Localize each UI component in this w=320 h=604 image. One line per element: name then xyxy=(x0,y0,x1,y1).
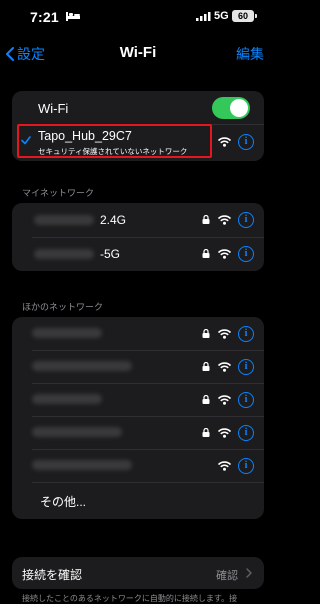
network-name-suffix: 2.4G xyxy=(100,213,127,227)
toggle-knob xyxy=(230,99,248,117)
wifi-toggle-row: Wi-Fi xyxy=(12,91,264,124)
other-network-label: その他... xyxy=(40,495,87,509)
edit-button[interactable]: 編集 xyxy=(236,44,264,64)
info-button[interactable]: i xyxy=(238,326,254,342)
ask-to-join-value: 確認 xyxy=(216,570,238,582)
lock-icon xyxy=(202,249,210,258)
other-networks-group: i i i i i その他... xyxy=(12,317,264,519)
wifi-signal-icon xyxy=(218,395,231,405)
battery-tip xyxy=(255,14,257,18)
redacted-network-name xyxy=(32,427,122,437)
navigation-bar: 設定 Wi-Fi 編集 xyxy=(0,36,276,68)
other-network-row[interactable]: その他... xyxy=(12,482,264,518)
wifi-signal-icon xyxy=(218,329,231,339)
cellular-signal-icon xyxy=(196,12,211,21)
wifi-signal-icon xyxy=(218,461,231,471)
status-bar: 7:21 5G 60 xyxy=(0,0,276,34)
status-time: 7:21 xyxy=(30,9,59,25)
wifi-signal-icon xyxy=(218,362,231,372)
redacted-network-name xyxy=(34,215,94,225)
highlight-box xyxy=(17,124,212,158)
back-button[interactable]: 設定 xyxy=(6,44,45,64)
network-row[interactable]: i xyxy=(12,383,264,416)
my-networks-header: マイネットワーク xyxy=(22,188,95,198)
redacted-network-name xyxy=(34,249,94,259)
network-name-suffix: -5G xyxy=(100,247,121,261)
wifi-signal-icon xyxy=(218,215,231,225)
info-button[interactable]: i xyxy=(238,134,254,150)
info-button[interactable]: i xyxy=(238,392,254,408)
bed-icon xyxy=(66,12,80,21)
network-type: 5G xyxy=(214,10,229,22)
wifi-signal-icon xyxy=(218,137,231,147)
info-button[interactable]: i xyxy=(238,359,254,375)
chevron-left-icon xyxy=(6,47,14,61)
redacted-network-name xyxy=(32,394,102,404)
wifi-label: Wi-Fi xyxy=(38,101,69,116)
lock-icon xyxy=(202,362,210,371)
chevron-right-icon xyxy=(246,568,252,578)
other-networks-header: ほかのネットワーク xyxy=(22,302,104,312)
network-row[interactable]: i xyxy=(12,350,264,383)
info-button[interactable]: i xyxy=(238,246,254,262)
info-button[interactable]: i xyxy=(238,425,254,441)
network-row[interactable]: 2.4G i xyxy=(12,203,264,237)
ask-to-join-group: 接続を確認 確認 xyxy=(12,557,264,589)
info-button[interactable]: i xyxy=(238,212,254,228)
wifi-signal-icon xyxy=(218,428,231,438)
network-row[interactable]: i xyxy=(12,317,264,350)
wifi-toggle[interactable] xyxy=(212,97,250,119)
redacted-network-name xyxy=(32,361,132,371)
back-label: 設定 xyxy=(17,46,45,62)
lock-icon xyxy=(202,395,210,404)
footer-text: 接続したことのあるネットワークに自動的に接続します。接 xyxy=(22,594,238,603)
redacted-network-name xyxy=(32,460,132,470)
lock-icon xyxy=(202,329,210,338)
wifi-signal-icon xyxy=(218,249,231,259)
battery-icon: 60 xyxy=(232,10,254,22)
lock-icon xyxy=(202,215,210,224)
info-button[interactable]: i xyxy=(238,458,254,474)
network-row[interactable]: -5G i xyxy=(12,237,264,271)
network-row[interactable]: i xyxy=(12,449,264,482)
ask-to-join-row[interactable]: 接続を確認 確認 xyxy=(12,557,264,589)
network-row[interactable]: i xyxy=(12,416,264,449)
ask-to-join-label: 接続を確認 xyxy=(22,568,83,582)
lock-icon xyxy=(202,428,210,437)
my-networks-group: 2.4G i -5G i xyxy=(12,203,264,271)
redacted-network-name xyxy=(32,328,102,338)
